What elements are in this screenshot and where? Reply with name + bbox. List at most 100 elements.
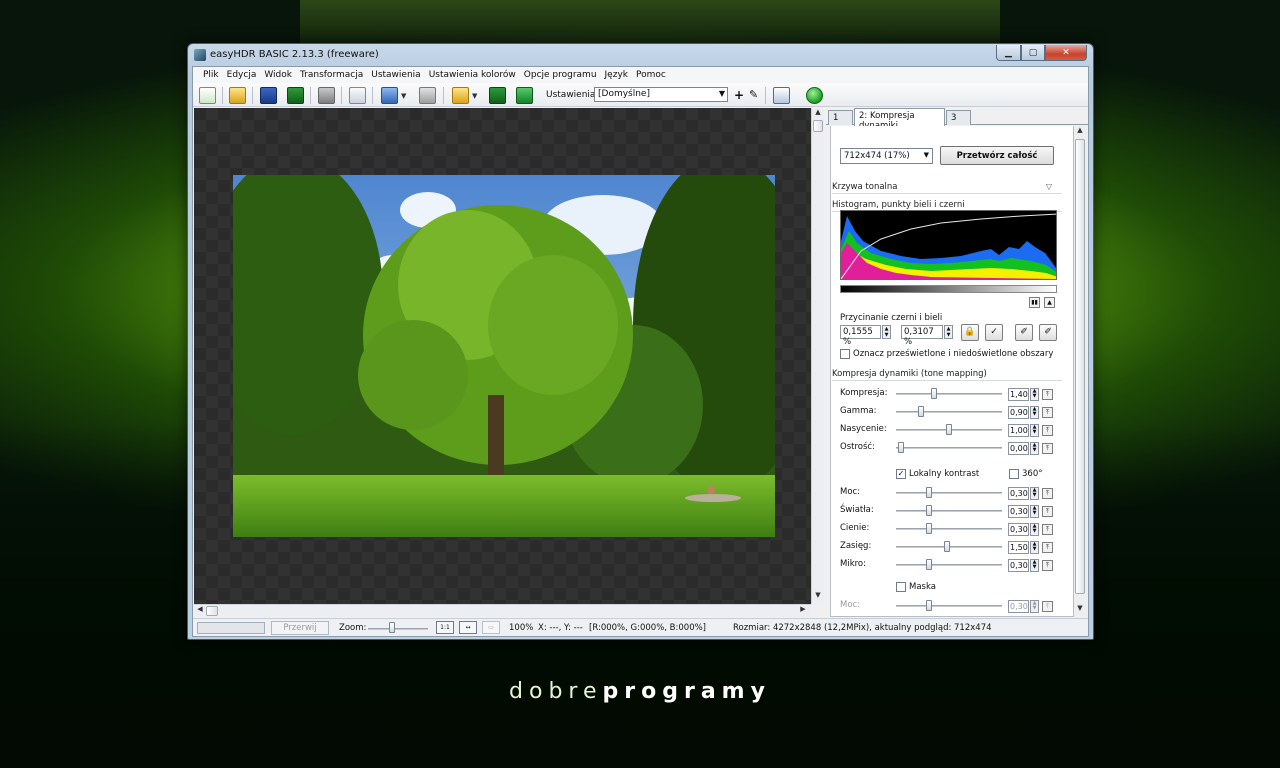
slider-spinner[interactable]: ▲ ▼ <box>1030 388 1039 401</box>
save-icon[interactable] <box>260 87 277 104</box>
slider-value-input[interactable]: 0,00 <box>1008 442 1029 455</box>
preview-size-select[interactable]: 712x474 (17%) ▼ <box>840 148 933 164</box>
scroll-down-icon[interactable]: ▼ <box>812 591 824 603</box>
menu-ustawienia-kolorow[interactable]: Ustawienia kolorów <box>425 67 520 83</box>
go-icon[interactable] <box>806 87 823 104</box>
mask-checkbox[interactable] <box>896 582 906 592</box>
title-bar[interactable]: easyHDR BASIC 2.13.3 (freeware) ▁ ▢ ✕ <box>188 44 1093 66</box>
reset-icon[interactable]: ⤒ <box>1042 560 1053 571</box>
plus-icon[interactable]: + <box>734 88 744 102</box>
scroll-up-icon[interactable]: ▲ <box>1074 126 1086 138</box>
levels-gradient[interactable] <box>840 285 1057 293</box>
slider-spinner[interactable]: ▲ ▼ <box>1030 505 1039 518</box>
panel-vscroll-thumb[interactable] <box>1075 139 1085 594</box>
scroll-left-icon[interactable]: ◀ <box>194 605 206 617</box>
local-contrast-checkbox[interactable]: ✓ <box>896 469 906 479</box>
settings-select[interactable]: [Domyślne] ▼ <box>594 87 728 102</box>
new-doc-icon[interactable] <box>199 87 216 104</box>
next-icon[interactable] <box>419 87 436 104</box>
slider-track[interactable] <box>896 605 1002 607</box>
zoom-fill-icon[interactable]: ▭ <box>482 621 500 634</box>
slider-thumb[interactable] <box>944 541 950 552</box>
open-folder-icon[interactable] <box>229 87 246 104</box>
slider-track[interactable] <box>896 528 1002 530</box>
slider-value-input[interactable]: 0,30 <box>1008 523 1029 536</box>
panel-vertical-scrollbar[interactable]: ▲ ▼ <box>1074 126 1087 617</box>
preview-vertical-scrollbar[interactable]: ▲ ▼ <box>811 108 824 604</box>
slider-spinner[interactable]: ▲ ▼ <box>1030 600 1039 613</box>
slider-spinner[interactable]: ▲ ▼ <box>1030 523 1039 536</box>
menu-edycja[interactable]: Edycja <box>223 67 261 83</box>
menu-plik[interactable]: Plik <box>199 67 223 83</box>
slider-thumb[interactable] <box>918 406 924 417</box>
tab-1[interactable]: 1 <box>828 110 853 125</box>
clip-black-input[interactable]: 0,1555 % <box>840 325 881 347</box>
clip-white-spinner[interactable]: ▲ ▼ <box>944 325 953 339</box>
reset-icon[interactable]: ⤒ <box>1042 506 1053 517</box>
open-preset-dropdown-icon[interactable]: ▼ <box>472 92 477 100</box>
slider-spinner[interactable]: ▲ ▼ <box>1030 559 1039 572</box>
slider-value-input[interactable]: 0,30 <box>1008 600 1029 613</box>
reset-icon[interactable]: ⤒ <box>1042 425 1053 436</box>
slider-track[interactable] <box>896 411 1002 413</box>
copy-icon[interactable] <box>349 87 366 104</box>
preview-hscroll-thumb[interactable] <box>206 606 218 616</box>
reset-icon[interactable]: ⤒ <box>1042 443 1053 454</box>
maximize-button[interactable]: ▢ <box>1021 45 1045 61</box>
minimize-button[interactable]: ▁ <box>996 45 1021 61</box>
slider-value-input[interactable]: 1,50 <box>1008 541 1029 554</box>
slider-thumb[interactable] <box>931 388 937 399</box>
reset-icon[interactable]: ⤒ <box>1042 389 1053 400</box>
menu-transformacja[interactable]: Transformacja <box>296 67 367 83</box>
slider-thumb[interactable] <box>926 600 932 611</box>
close-button[interactable]: ✕ <box>1045 45 1087 61</box>
preview-horizontal-scrollbar[interactable]: ◀ ▶ <box>194 604 811 617</box>
process-all-button[interactable]: Przetwórz całość <box>940 146 1054 165</box>
slider-thumb[interactable] <box>946 424 952 435</box>
reset-icon[interactable]: ⤒ <box>1042 524 1053 535</box>
reset-icon[interactable]: ⤒ <box>1042 601 1053 612</box>
slider-track[interactable] <box>896 492 1002 494</box>
image-preview[interactable] <box>194 108 811 604</box>
reset-icon[interactable]: ⤒ <box>1042 488 1053 499</box>
slider-track[interactable] <box>896 510 1002 512</box>
tonal-curve-section[interactable]: Krzywa tonalna ▽ <box>832 182 1062 194</box>
white-picker-icon[interactable]: ✐ <box>1039 324 1057 341</box>
zoom-slider-thumb[interactable] <box>389 622 395 633</box>
slider-thumb[interactable] <box>926 559 932 570</box>
reset-icon[interactable]: ⤒ <box>1042 542 1053 553</box>
slider-spinner[interactable]: ▲ ▼ <box>1030 487 1039 500</box>
expand-icon[interactable]: ▽ <box>1046 182 1052 191</box>
slider-value-input[interactable]: 0,30 <box>1008 487 1029 500</box>
slider-value-input[interactable]: 1,00 <box>1008 424 1029 437</box>
scroll-right-icon[interactable]: ▶ <box>797 605 809 617</box>
zoom-fit-icon[interactable]: ↔ <box>459 621 477 634</box>
zoom-slider-track[interactable] <box>368 628 428 630</box>
check-icon[interactable]: ✓ <box>985 324 1003 341</box>
reset-icon[interactable]: ⤒ <box>1042 407 1053 418</box>
tab-kompresja-dynamiki[interactable]: 2: Kompresja dynamiki <box>854 108 945 131</box>
cancel-button[interactable]: Przerwij <box>271 621 329 635</box>
wrench-icon[interactable]: ✎ <box>749 88 758 101</box>
tab-3[interactable]: 3 <box>946 110 971 125</box>
slider-value-input[interactable]: 0,90 <box>1008 406 1029 419</box>
slider-thumb[interactable] <box>898 442 904 453</box>
save-preset-icon[interactable] <box>489 87 506 104</box>
list-icon[interactable] <box>773 87 790 104</box>
slider-track[interactable] <box>896 564 1002 566</box>
lock-icon[interactable]: 🔒 <box>961 324 979 341</box>
menu-widok[interactable]: Widok <box>260 67 296 83</box>
slider-value-input[interactable]: 0,30 <box>1008 559 1029 572</box>
upload-icon[interactable] <box>516 87 533 104</box>
slider-spinner[interactable]: ▲ ▼ <box>1030 424 1039 437</box>
camera-icon[interactable] <box>318 87 335 104</box>
preview-vscroll-thumb[interactable] <box>813 120 823 132</box>
slider-spinner[interactable]: ▲ ▼ <box>1030 541 1039 554</box>
slider-track[interactable] <box>896 393 1002 395</box>
360-checkbox[interactable] <box>1009 469 1019 479</box>
slider-thumb[interactable] <box>926 487 932 498</box>
histogram-mode-icon[interactable]: ▮▮ <box>1029 297 1040 308</box>
scroll-down-icon[interactable]: ▼ <box>1074 604 1086 616</box>
slider-track[interactable] <box>896 447 1002 449</box>
slider-thumb[interactable] <box>926 523 932 534</box>
